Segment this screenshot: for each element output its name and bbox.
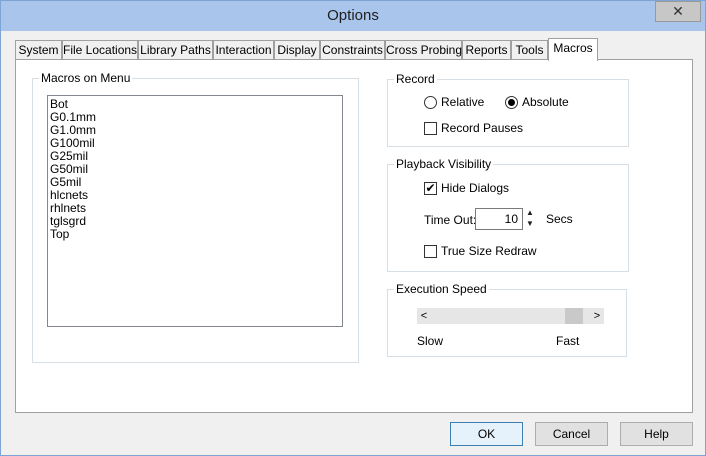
tab-system[interactable]: System — [15, 40, 62, 59]
hide-dialogs-label[interactable]: Hide Dialogs — [441, 181, 509, 195]
list-item[interactable]: G5mil — [50, 176, 342, 189]
list-item[interactable]: rhlnets — [50, 202, 342, 215]
radio-selected-dot — [508, 99, 515, 106]
list-item[interactable]: G100mil — [50, 137, 342, 150]
tab-constraints[interactable]: Constraints — [320, 40, 385, 59]
macros-on-menu-label: Macros on Menu — [39, 71, 133, 85]
timeout-label: Time Out: — [424, 213, 477, 227]
record-pauses-checkbox[interactable] — [424, 122, 437, 135]
cancel-button[interactable]: Cancel — [535, 422, 608, 446]
tab-tools[interactable]: Tools — [511, 40, 548, 59]
tab-cross-probing[interactable]: Cross Probing — [385, 40, 462, 59]
tab-display[interactable]: Display — [274, 40, 320, 59]
spin-up-icon[interactable]: ▲ — [525, 208, 535, 218]
execution-speed-group: Execution Speed < > Slow Fast — [387, 282, 627, 357]
execution-speed-label: Execution Speed — [394, 282, 489, 296]
checkmark-icon: ✔ — [425, 181, 436, 195]
tab-file-locations[interactable]: File Locations — [62, 40, 138, 59]
ok-button[interactable]: OK — [450, 422, 523, 446]
timeout-unit: Secs — [546, 212, 573, 226]
tab-interaction[interactable]: Interaction — [213, 40, 274, 59]
scroll-left-icon[interactable]: < — [417, 308, 431, 324]
title-bar[interactable]: Options ✕ — [1, 1, 705, 31]
absolute-label[interactable]: Absolute — [522, 95, 569, 109]
options-dialog: Options ✕ System File Locations Library … — [0, 0, 706, 456]
slider-thumb[interactable] — [564, 308, 583, 324]
macros-listbox[interactable]: Bot G0.1mm G1.0mm G100mil G25mil G50mil … — [47, 95, 343, 327]
slow-label: Slow — [417, 334, 444, 348]
spin-down-icon[interactable]: ▼ — [525, 219, 535, 229]
list-item[interactable]: hlcnets — [50, 189, 342, 202]
tab-library-paths[interactable]: Library Paths — [138, 40, 213, 59]
true-size-redraw-checkbox[interactable] — [424, 245, 437, 258]
fast-label: Fast — [556, 334, 580, 348]
macros-panel: Macros on Menu Bot G0.1mm G1.0mm G100mil… — [15, 59, 693, 413]
tab-macros[interactable]: Macros — [548, 38, 598, 61]
help-button[interactable]: Help — [620, 422, 693, 446]
hide-dialogs-checkbox[interactable]: ✔ — [424, 182, 437, 195]
list-item[interactable]: Top — [50, 228, 342, 241]
relative-radio[interactable] — [424, 96, 437, 109]
speed-slider[interactable]: < > — [417, 308, 604, 324]
close-icon: ✕ — [672, 3, 684, 19]
window-title: Options — [327, 7, 379, 24]
scroll-right-icon[interactable]: > — [590, 308, 604, 324]
tab-reports[interactable]: Reports — [462, 40, 511, 59]
record-pauses-label[interactable]: Record Pauses — [441, 121, 523, 135]
playback-visibility-group: Playback Visibility ✔ Hide Dialogs Time … — [387, 157, 629, 272]
playback-visibility-label: Playback Visibility — [394, 157, 494, 171]
record-group: Record Relative Absolute Record Pauses — [387, 72, 629, 147]
absolute-radio[interactable] — [505, 96, 518, 109]
list-item[interactable]: G25mil — [50, 150, 342, 163]
macros-on-menu-group: Macros on Menu Bot G0.1mm G1.0mm G100mil… — [32, 71, 359, 363]
close-button[interactable]: ✕ — [655, 1, 701, 22]
true-size-redraw-label[interactable]: True Size Redraw — [441, 244, 537, 258]
list-item[interactable]: G50mil — [50, 163, 342, 176]
timeout-input[interactable]: 10 — [475, 208, 523, 230]
record-group-label: Record — [394, 72, 437, 86]
list-item[interactable]: tglsgrd — [50, 215, 342, 228]
relative-label[interactable]: Relative — [441, 95, 484, 109]
